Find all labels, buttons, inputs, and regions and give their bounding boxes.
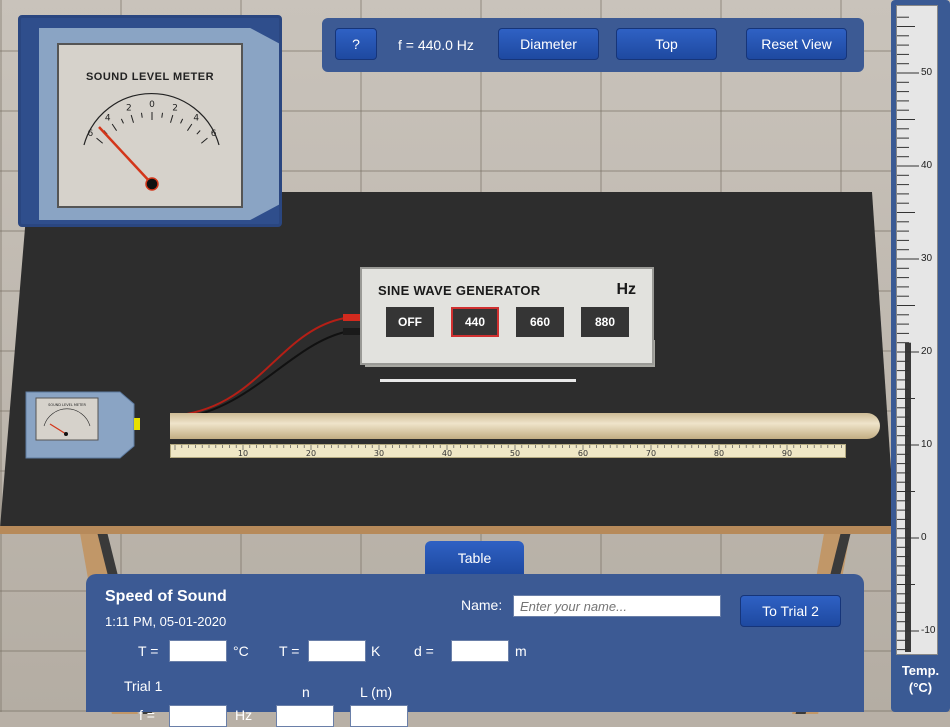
- panel-title: Speed of Sound: [105, 588, 227, 605]
- diameter-unit: m: [515, 643, 527, 659]
- ruler-graduation: 10 20 30 40 50 60 70 80 90: [174, 445, 842, 458]
- length-column-header: L (m): [360, 684, 393, 700]
- temp-k-input[interactable]: [308, 640, 366, 662]
- device-pivot: [64, 432, 68, 436]
- diameter-input[interactable]: [451, 640, 509, 662]
- ruler-label: 20: [306, 449, 316, 458]
- temp-c-input[interactable]: [169, 640, 227, 662]
- temp-c-label: T =: [138, 643, 159, 659]
- n-input[interactable]: [276, 705, 334, 727]
- frequency-field-label: f =: [139, 707, 155, 723]
- data-panel: Speed of Sound 1:11 PM, 05-01-2020 Name:…: [86, 574, 864, 727]
- frequency-input[interactable]: [169, 705, 227, 727]
- temp-k-unit: K: [371, 643, 381, 659]
- ruler-label: 80: [714, 449, 724, 458]
- thermometer-rod[interactable]: [380, 379, 576, 382]
- table-tab[interactable]: Table: [425, 541, 524, 574]
- generator-440-button[interactable]: 440: [451, 307, 499, 337]
- resonance-tube[interactable]: [170, 413, 880, 439]
- ruler-label: 60: [578, 449, 588, 458]
- black-cable: [179, 331, 346, 419]
- frequency-unit: Hz: [235, 707, 253, 723]
- panel-timestamp: 1:11 PM, 05-01-2020: [105, 614, 227, 629]
- generator-off-button[interactable]: OFF: [386, 307, 434, 337]
- ruler-label: 40: [442, 449, 452, 458]
- red-cable: [179, 317, 346, 416]
- n-column-header: n: [302, 684, 310, 700]
- red-plug: [343, 314, 361, 321]
- microphone-icon: [134, 418, 140, 430]
- trial-label: Trial 1: [124, 678, 163, 694]
- generator-880-button[interactable]: 880: [581, 307, 629, 337]
- meter-ruler: 10 20 30 40 50 60 70 80 90: [170, 444, 846, 458]
- diameter-label: d =: [414, 643, 434, 659]
- ruler-label: 70: [646, 449, 656, 458]
- black-plug: [343, 328, 361, 335]
- ruler-label: 30: [374, 449, 384, 458]
- length-input[interactable]: [350, 705, 408, 727]
- generator-unit: Hz: [616, 281, 636, 298]
- ruler-label: 10: [238, 449, 248, 458]
- to-trial-2-button[interactable]: To Trial 2: [740, 595, 841, 627]
- device-meter-title: SOUND LEVEL METER: [48, 403, 86, 407]
- name-input[interactable]: [513, 595, 721, 617]
- sound-meter-device[interactable]: SOUND LEVEL METER: [22, 388, 140, 460]
- temp-k-label: T =: [279, 643, 300, 659]
- ruler-label: 50: [510, 449, 520, 458]
- name-label: Name:: [461, 597, 503, 613]
- ruler-label: 90: [782, 449, 792, 458]
- generator-title: SINE WAVE GENERATOR: [378, 283, 541, 298]
- temp-c-unit: °C: [233, 643, 249, 659]
- sine-wave-generator: SINE WAVE GENERATOR Hz OFF 440 660 880: [360, 267, 654, 365]
- generator-660-button[interactable]: 660: [516, 307, 564, 337]
